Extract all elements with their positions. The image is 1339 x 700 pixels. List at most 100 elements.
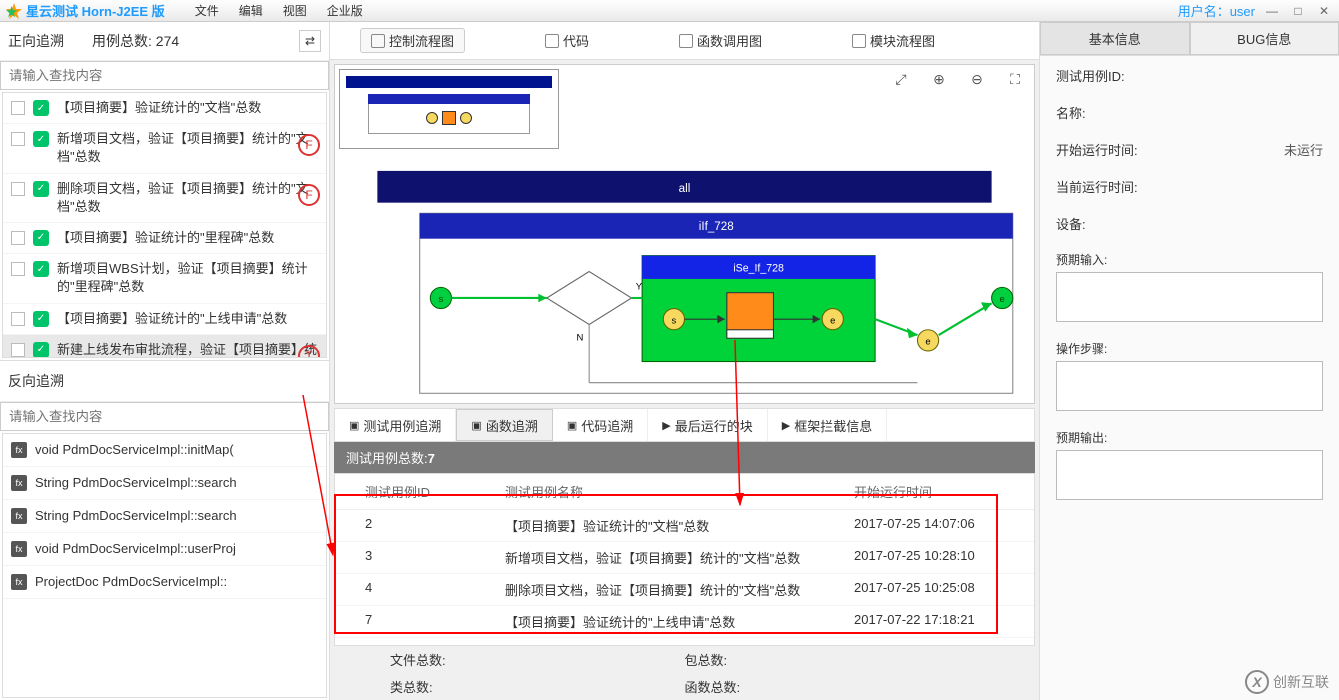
reverse-trace-title: 反向追溯: [0, 360, 329, 402]
testcase-icon: ✓: [33, 131, 49, 147]
col-name: 测试用例名称: [505, 482, 854, 501]
footer-stats: 文件总数:包总数:: [330, 646, 1039, 673]
zoom-out-icon[interactable]: ⊖: [968, 71, 986, 89]
cell-id: 2: [335, 516, 505, 535]
cell-id: 7: [335, 612, 505, 631]
function-icon: fx: [11, 574, 27, 590]
function-icon: fx: [11, 541, 27, 557]
cell-id: 3: [335, 548, 505, 567]
function-list[interactable]: fxvoid PdmDocServiceImpl::initMap(fxStri…: [2, 433, 327, 699]
menu-bar: 文件 编辑 视图 企业版: [195, 2, 363, 19]
checkbox[interactable]: [11, 343, 25, 357]
info-start-label: 开始运行时间:: [1056, 140, 1146, 159]
testcase-text: 【项目摘要】验证统计的"上线申请"总数: [57, 310, 318, 328]
svg-text:Y: Y: [636, 282, 643, 293]
testcase-icon: ✓: [33, 311, 49, 327]
fullscreen-icon[interactable]: ⛶: [1006, 71, 1024, 89]
testcase-item[interactable]: ✓ 【项目摘要】验证统计的"上线申请"总数: [3, 304, 326, 335]
checkbox[interactable]: [11, 312, 25, 326]
cell-name: 【项目摘要】验证统计的"文档"总数: [505, 516, 854, 535]
table-row[interactable]: 4删除项目文档，验证【项目摘要】统计的"文档"总数2017-07-25 10:2…: [335, 574, 1034, 606]
swap-icon[interactable]: ⇄: [299, 30, 321, 52]
testcase-item[interactable]: ✓ 删除项目文档，验证【项目摘要】统计的"文档"总数 F: [3, 174, 326, 223]
testcase-count: 用例总数: 274: [92, 31, 179, 51]
checkbox[interactable]: [11, 182, 25, 196]
cell-name: 新增项目文档，验证【项目摘要】统计的"文档"总数: [505, 548, 854, 567]
menu-edit[interactable]: 编辑: [239, 2, 263, 19]
cell-time: 2017-07-22 17:18:21: [854, 612, 1034, 631]
info-steps-label: 操作步骤:: [1056, 340, 1323, 357]
testcase-icon: ✓: [33, 261, 49, 277]
footer-stats-2: 类总数:函数总数:: [330, 673, 1039, 700]
function-text: void PdmDocServiceImpl::userProj: [35, 541, 236, 556]
checkbox[interactable]: [11, 101, 25, 115]
testcase-item[interactable]: ✓ 【项目摘要】验证统计的"里程碑"总数: [3, 223, 326, 254]
result-count-bar: 测试用例总数:7: [334, 442, 1035, 473]
table-row[interactable]: 2【项目摘要】验证统计的"文档"总数2017-07-25 14:07:06: [335, 510, 1034, 542]
testcase-text: 新增项目WBS计划，验证【项目摘要】统计的"里程碑"总数: [57, 260, 318, 296]
table-row[interactable]: 7【项目摘要】验证统计的"上线申请"总数2017-07-22 17:18:21: [335, 606, 1034, 638]
testcase-item[interactable]: ✓ 新增项目文档，验证【项目摘要】统计的"文档"总数 F: [3, 124, 326, 173]
svg-text:s: s: [672, 315, 677, 326]
rtab-bug-info[interactable]: BUG信息: [1190, 22, 1339, 55]
close-button[interactable]: ✕: [1315, 4, 1333, 18]
tab-call-graph[interactable]: 函数调用图: [669, 29, 772, 52]
testcase-text: 【项目摘要】验证统计的"文档"总数: [57, 99, 318, 117]
svg-text:s: s: [439, 294, 444, 305]
watermark: X 创新互联: [1245, 670, 1329, 694]
zoom-fit-icon[interactable]: ⤢: [892, 71, 910, 89]
testcase-item[interactable]: ✓ 【项目摘要】验证统计的"文档"总数: [3, 93, 326, 124]
flowchart-icon: [371, 34, 385, 48]
tab-code[interactable]: 代码: [535, 29, 599, 52]
table-row[interactable]: 3新增项目文档，验证【项目摘要】统计的"文档"总数2017-07-25 10:2…: [335, 542, 1034, 574]
maximize-button[interactable]: □: [1289, 4, 1307, 18]
function-item[interactable]: fxString PdmDocServiceImpl::search: [3, 467, 326, 500]
checkbox[interactable]: [11, 132, 25, 146]
testcase-item[interactable]: ✓ 新增项目WBS计划，验证【项目摘要】统计的"里程碑"总数: [3, 254, 326, 303]
menu-enterprise[interactable]: 企业版: [327, 2, 363, 19]
app-name: 星云测试 Horn-J2EE 版: [26, 1, 165, 20]
expected-output-box[interactable]: [1056, 450, 1323, 500]
tab-module-flowchart[interactable]: 模块流程图: [842, 29, 945, 52]
minimap[interactable]: [339, 69, 559, 149]
app-logo-icon: [6, 3, 22, 19]
svg-text:e: e: [830, 315, 835, 326]
function-text: ProjectDoc PdmDocServiceImpl::: [35, 574, 227, 589]
tab-control-flowchart[interactable]: 控制流程图: [360, 28, 465, 53]
center-panel: 控制流程图 代码 函数调用图 模块流程图 ⤢ ⊕ ⊖ ⛶ all: [330, 22, 1039, 700]
diagram-area[interactable]: ⤢ ⊕ ⊖ ⛶ all iIf_728 s: [334, 64, 1035, 404]
testcase-list[interactable]: ✓ 【项目摘要】验证统计的"文档"总数 ✓ 新增项目文档，验证【项目摘要】统计的…: [2, 92, 327, 358]
zoom-in-icon[interactable]: ⊕: [930, 71, 948, 89]
testcase-icon: ✓: [33, 230, 49, 246]
checkbox[interactable]: [11, 262, 25, 276]
menu-view[interactable]: 视图: [283, 2, 307, 19]
minimize-button[interactable]: —: [1263, 4, 1281, 18]
result-table[interactable]: 测试用例ID 测试用例名称 开始运行时间 2【项目摘要】验证统计的"文档"总数2…: [334, 473, 1035, 646]
menu-file[interactable]: 文件: [195, 2, 219, 19]
testcase-item[interactable]: ✓ 新建上线发布审批流程，验证【项目摘要】统计的"上线申请"总数 T: [3, 335, 326, 358]
expected-input-box[interactable]: [1056, 272, 1323, 322]
info-current-label: 当前运行时间:: [1056, 177, 1146, 196]
function-icon: fx: [11, 442, 27, 458]
testcase-icon: ✓: [33, 100, 49, 116]
forward-trace-title: 正向追溯: [8, 31, 64, 51]
reverse-search-input[interactable]: [0, 402, 329, 431]
user-label: 用户名：user: [1178, 1, 1255, 20]
function-text: String PdmDocServiceImpl::search: [35, 475, 237, 490]
function-text: void PdmDocServiceImpl::initMap(: [35, 442, 234, 457]
function-item[interactable]: fx void PdmDocServiceImpl::initMap(: [3, 434, 326, 467]
info-expected-in-label: 预期输入:: [1056, 251, 1323, 268]
function-item[interactable]: fx ProjectDoc PdmDocServiceImpl::: [3, 566, 326, 599]
cell-time: 2017-07-25 14:07:06: [854, 516, 1034, 535]
function-item[interactable]: fx void PdmDocServiceImpl::userProj: [3, 533, 326, 566]
steps-box[interactable]: [1056, 361, 1323, 411]
center-tabs: 控制流程图 代码 函数调用图 模块流程图: [330, 22, 1039, 60]
rtab-basic-info[interactable]: 基本信息: [1040, 22, 1190, 55]
right-panel: 基本信息 BUG信息 测试用例ID: 名称: 开始运行时间:未运行 当前运行时间…: [1039, 22, 1339, 700]
info-device-label: 设备:: [1056, 214, 1146, 233]
forward-search-input[interactable]: [0, 61, 329, 90]
cell-time: 2017-07-25 10:28:10: [854, 548, 1034, 567]
function-item[interactable]: fxString PdmDocServiceImpl::search: [3, 500, 326, 533]
checkbox[interactable]: [11, 231, 25, 245]
watermark-logo-icon: X: [1245, 670, 1269, 694]
